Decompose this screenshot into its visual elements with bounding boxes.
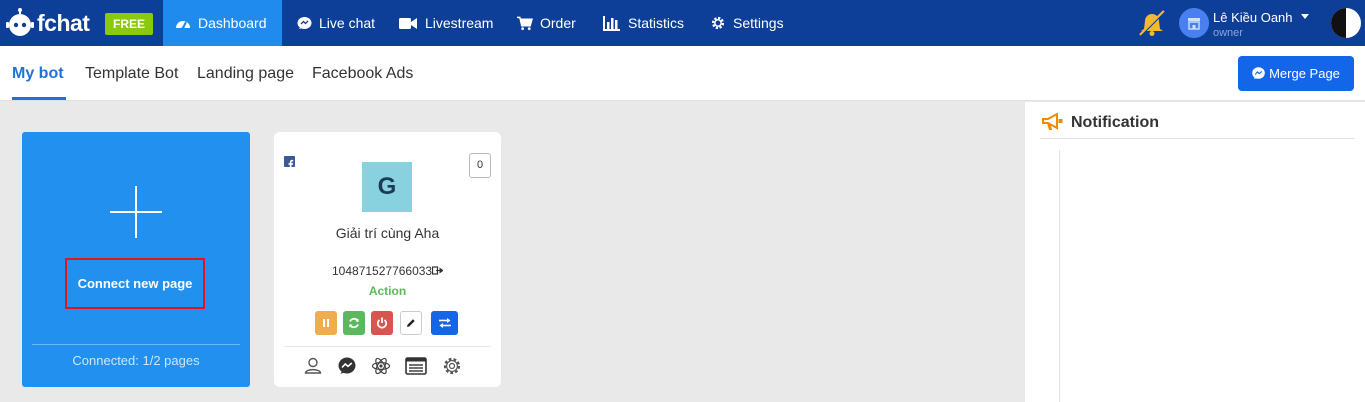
notification-title: Notification	[1071, 114, 1159, 131]
swap-icon	[438, 318, 451, 328]
sync-button[interactable]	[343, 311, 365, 335]
list-icon[interactable]	[405, 356, 427, 376]
notification-panel: Notification	[1025, 102, 1365, 402]
bot-tabs-bar: My bot Template Bot Landing page Faceboo…	[0, 46, 1365, 101]
video-camera-icon	[399, 15, 418, 31]
user-name[interactable]: Lê Kiều Oanh	[1213, 10, 1293, 25]
page-avatar[interactable]: G	[362, 162, 412, 212]
notification-muted-bell-icon[interactable]	[1137, 9, 1167, 37]
tab-template-bot[interactable]: Template Bot	[85, 65, 178, 83]
active-tab-indicator	[12, 97, 66, 100]
divider	[1040, 138, 1355, 139]
plus-icon-horizontal	[110, 211, 162, 213]
power-button[interactable]	[371, 311, 393, 335]
nav-order-label: Order	[540, 15, 576, 31]
nav-livestream-label: Livestream	[425, 15, 494, 31]
messenger-icon[interactable]	[337, 356, 357, 376]
user-avatar[interactable]	[1179, 8, 1209, 38]
tab-my-bot[interactable]: My bot	[12, 65, 64, 83]
atom-icon[interactable]	[371, 356, 391, 376]
brand-name: fchat	[37, 9, 90, 36]
dashboard-icon	[175, 15, 191, 31]
store-icon	[1188, 17, 1200, 30]
nav-live-chat-label: Live chat	[319, 15, 376, 31]
nav-statistics-label: Statistics	[628, 15, 685, 31]
nav-dashboard-label: Dashboard	[198, 15, 267, 31]
page-count-badge: 0	[469, 153, 491, 178]
theme-toggle-icon[interactable]	[1331, 8, 1361, 38]
connected-pages-count: Connected: 1/2 pages	[72, 353, 200, 368]
merge-page-button[interactable]: Merge Page	[1238, 56, 1354, 91]
pencil-icon	[407, 319, 415, 327]
gear-icon[interactable]	[442, 356, 462, 376]
fchat-logo[interactable]: fchat	[5, 8, 90, 38]
connect-new-page-card[interactable]: Connect new page Connected: 1/2 pages	[22, 132, 250, 387]
gear-icon	[710, 15, 726, 31]
cart-icon	[517, 15, 533, 31]
external-link-icon[interactable]	[432, 265, 443, 276]
tab-landing-page[interactable]: Landing page	[197, 65, 294, 83]
robot-logo-icon	[6, 8, 34, 36]
nav-settings[interactable]: Settings	[710, 0, 784, 46]
page-card: 0 G Giải trí cùng Aha 104871527766033 Ac…	[274, 132, 501, 387]
connect-new-page-button[interactable]: Connect new page	[65, 258, 205, 309]
edit-button[interactable]	[400, 311, 422, 335]
merge-page-label: Merge Page	[1269, 66, 1340, 81]
pause-button[interactable]	[315, 311, 337, 335]
divider	[284, 346, 491, 347]
divider	[32, 344, 240, 345]
plan-badge: FREE	[105, 13, 153, 35]
user-icon[interactable]	[303, 356, 323, 376]
page-id: 104871527766033	[332, 264, 433, 278]
notification-timeline	[1059, 150, 1060, 402]
top-navbar: fchat FREE Dashboard Live chat Livestrea…	[0, 0, 1365, 46]
refresh-icon	[349, 317, 359, 329]
power-icon	[376, 317, 388, 329]
messenger-icon	[1252, 67, 1265, 79]
megaphone-icon	[1042, 113, 1063, 130]
nav-settings-label: Settings	[733, 15, 784, 31]
user-role: owner	[1213, 27, 1243, 39]
nav-live-chat[interactable]: Live chat	[296, 0, 375, 46]
page-status: Action	[368, 284, 407, 298]
bar-chart-icon	[603, 15, 621, 31]
nav-dashboard[interactable]: Dashboard	[163, 0, 282, 46]
chat-bubble-icon	[296, 15, 312, 31]
transfer-button[interactable]	[431, 311, 458, 335]
nav-statistics[interactable]: Statistics	[603, 0, 684, 46]
tab-facebook-ads[interactable]: Facebook Ads	[312, 65, 413, 83]
nav-livestream[interactable]: Livestream	[399, 0, 493, 46]
page-name: Giải trí cùng Aha	[335, 225, 440, 241]
pause-icon	[323, 319, 329, 327]
nav-order[interactable]: Order	[517, 0, 576, 46]
facebook-icon	[284, 156, 295, 169]
chevron-down-icon[interactable]	[1301, 14, 1309, 19]
